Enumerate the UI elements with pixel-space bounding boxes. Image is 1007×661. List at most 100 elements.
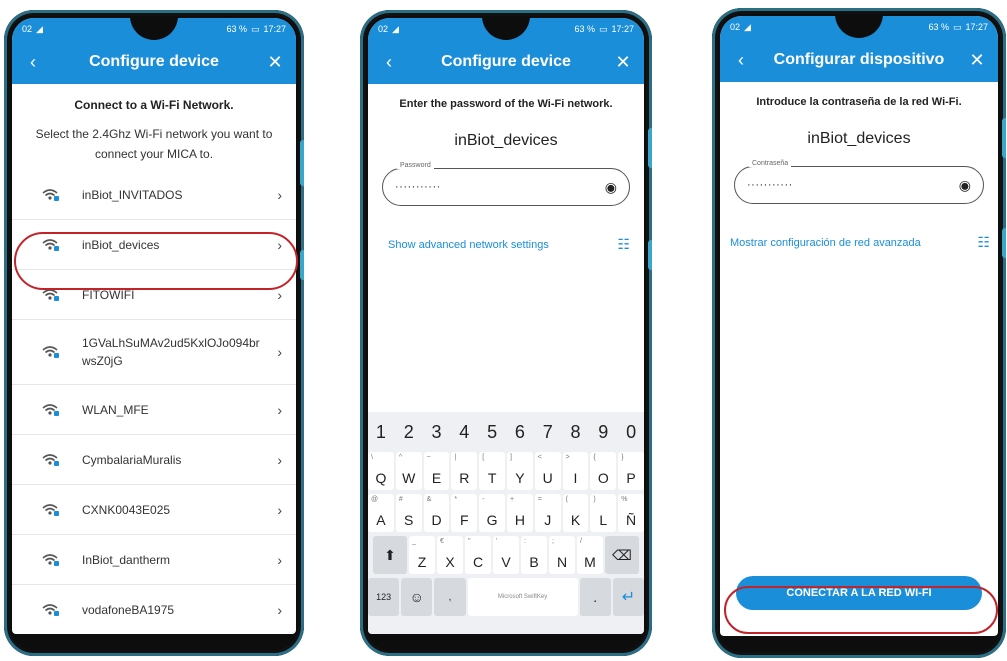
close-icon[interactable]: ✕ [266,52,284,73]
screen-3: 02 ◢ 63 % ▭ 17:27 ‹ Configurar dispositivo … [720,16,998,636]
letter-key[interactable]: + H [507,494,533,532]
space-key[interactable]: Microsoft SwiftKey [467,578,578,616]
number-key[interactable]: 7 [535,416,561,448]
network-row[interactable]: inBiot_INVITADOS › [12,170,296,220]
number-key[interactable]: 2 [396,416,422,448]
key-letter: D [431,512,442,528]
alt-symbol: ( [565,496,568,503]
network-row[interactable]: vodafoneBA1975 › [12,585,296,634]
alt-symbol: € [440,538,444,545]
letter-key[interactable]: = J [534,494,561,532]
eye-icon[interactable]: ◉ [605,179,617,196]
number-key[interactable]: 0 [618,416,644,448]
alt-symbol: - [482,496,485,503]
number-key[interactable]: 5 [479,416,505,448]
emoji-key[interactable]: ☺ [401,578,433,616]
shift-key[interactable]: ⬆ [373,536,407,574]
keyboard: 1234567890 \ Q ^ W ~ E | R[T] Y < U > I{O} P @ A # S & D * F… [368,412,644,634]
alt-symbol: ) [593,496,596,503]
letter-key[interactable]: & D [423,494,450,532]
advanced-settings-label: Mostrar configuración de red avanzada [730,236,921,249]
letter-key[interactable]: * F [451,494,478,532]
letter-key[interactable]: ) L [590,494,617,532]
letter-key[interactable]: | R [451,452,478,490]
alt-symbol: > [565,454,570,461]
network-row[interactable]: CXNK0043E025 › [12,485,296,535]
network-name: vodafoneBA1975 [82,602,175,617]
advanced-settings-link[interactable]: Show advanced network settings ☷ [388,236,630,253]
letter-key[interactable]: # S [395,494,422,532]
number-key[interactable]: 4 [451,416,477,448]
letter-key[interactable]: ; N [549,536,575,574]
backspace-key[interactable]: ⌫ [605,536,639,574]
letter-key[interactable]: -G [479,494,505,532]
key-letter: Z [417,554,427,570]
key-letter: B [529,554,539,570]
key-letter: J [544,512,552,528]
letter-key[interactable]: / M [577,536,603,574]
app-bar: ‹ Configure device ✕ [368,40,644,84]
alt-symbol: | [454,454,457,461]
alt-symbol: " [468,538,471,545]
letter-key[interactable]: ^ W [395,452,422,490]
connect-instructions: Select the 2.4Ghz Wi-Fi network you want… [35,127,273,161]
network-row[interactable]: 1GVaLhSuMAv2ud5KxlOJo094brwsZ0jG › [12,320,296,385]
letter-key[interactable]: € X [437,536,463,574]
key-letter: O [597,470,609,486]
key-letter: W [402,470,416,486]
eye-icon[interactable]: ◉ [959,177,971,194]
chevron-right-icon: › [277,451,282,468]
letter-key[interactable]: _ Z [409,536,435,574]
network-name: inBiot_devices [807,130,911,147]
mic-key[interactable]: , [434,578,466,616]
letter-key[interactable]: > I [562,452,589,490]
password-field[interactable]: Password ··········· ◉ [382,162,630,206]
letter-key[interactable]: ' V [493,536,519,574]
number-key[interactable]: 1 [368,416,394,448]
password-value: ··········· [747,179,793,191]
number-key[interactable]: 8 [563,416,589,448]
number-key[interactable]: 6 [507,416,533,448]
wifi-lock-icon [42,345,60,359]
letter-key[interactable]: @ A [368,494,394,532]
letter-key[interactable]: (K [562,494,589,532]
advanced-settings-link[interactable]: Mostrar configuración de red avanzada ☷ [730,234,990,251]
period-key[interactable]: . [579,578,611,616]
letter-key[interactable]: < U [534,452,561,490]
letter-key[interactable]: :B [521,536,547,574]
close-icon[interactable]: ✕ [968,50,986,71]
letter-key[interactable]: % Ñ [618,494,644,532]
number-key[interactable]: 9 [590,416,616,448]
clock: 17:27 [965,22,988,32]
back-icon[interactable]: ‹ [732,50,750,71]
network-row[interactable]: WLAN_MFE › [12,385,296,435]
letter-key[interactable]: ~ E [423,452,450,490]
letter-key[interactable]: {O [590,452,617,490]
letter-key[interactable]: [T [479,452,505,490]
alt-symbol: [ [482,454,485,461]
enter-key[interactable]: ↵ [612,578,644,616]
sim-label: 02 [730,22,741,32]
symbols-key[interactable]: 123 [368,578,400,616]
battery-label: 63 % [226,24,247,34]
network-name: WLAN_MFE [82,402,149,417]
network-row[interactable]: CymbalariaMuralis › [12,435,296,485]
screen-2: 02 ◢ 63 % ▭ 17:27 ‹ Configure device ✕ Ente… [368,18,644,634]
letter-key[interactable]: \ Q [368,452,394,490]
selection-highlight [14,232,298,290]
key-letter: C [472,554,484,570]
key-letter: G [486,512,498,528]
back-icon[interactable]: ‹ [24,52,42,73]
network-row[interactable]: InBiot_dantherm › [12,535,296,585]
letter-key[interactable]: " C [465,536,491,574]
letter-key[interactable]: } P [618,452,644,490]
number-key[interactable]: 3 [424,416,450,448]
password-field[interactable]: Contraseña ··········· ◉ [734,160,984,204]
close-icon[interactable]: ✕ [614,52,632,73]
alt-symbol: * [454,496,458,503]
chevron-right-icon: › [277,401,282,418]
network-name: inBiot_INVITADOS [82,187,183,202]
back-icon[interactable]: ‹ [380,52,398,73]
key-letter: L [599,512,608,528]
letter-key[interactable]: ] Y [507,452,533,490]
